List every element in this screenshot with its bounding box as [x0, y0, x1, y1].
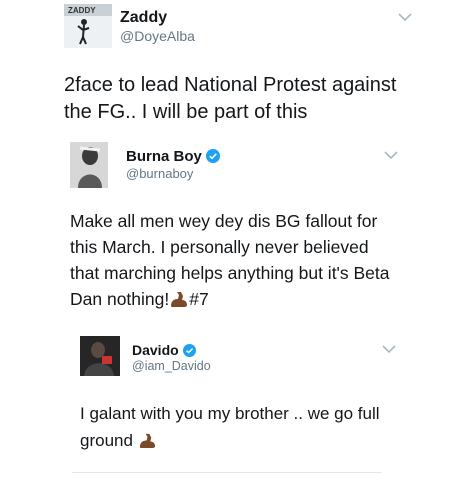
tweet-text-main: Make all men wey dey dis BG fallout for … [70, 211, 390, 309]
author-handle[interactable]: @DoyeAlba [120, 28, 195, 44]
author-name[interactable]: Davido [132, 342, 196, 358]
chevron-down-icon[interactable] [382, 344, 396, 354]
author-name-text[interactable]: Davido [132, 342, 179, 358]
profile-photo-icon [80, 336, 120, 376]
profile-photo-icon: ZADDY [64, 4, 112, 48]
flexed-biceps-icon [139, 433, 155, 449]
author-handle[interactable]: @burnaboy [126, 166, 193, 181]
tweet-zaddy: ZADDY Zaddy @DoyeAlba 2face to lead Nati… [0, 0, 454, 140]
tweet-text: 2face to lead National Protest against t… [64, 74, 397, 123]
author-name[interactable]: Zaddy [120, 9, 167, 27]
avatar-burnaboy[interactable] [70, 142, 108, 188]
chevron-down-icon[interactable] [384, 150, 398, 160]
tweet-davido: Davido @iam_Davido I galant with you my … [64, 330, 404, 480]
chevron-down-icon[interactable] [398, 12, 412, 22]
tweet-text: Make all men wey dey dis BG fallout for … [70, 208, 400, 312]
tweet-text-tail: #7 [189, 289, 209, 309]
author-handle[interactable]: @iam_Davido [132, 359, 211, 373]
svg-text:ZADDY: ZADDY [68, 6, 96, 15]
author-name[interactable]: Burna Boy [126, 148, 220, 165]
verified-badge-icon [205, 149, 220, 163]
flexed-biceps-icon [171, 292, 188, 307]
tweet-text-main: I galant with you my brother .. we go fu… [80, 404, 380, 450]
avatar-zaddy[interactable]: ZADDY [64, 4, 112, 48]
verified-badge-icon [182, 344, 196, 357]
tweet-burnaboy: Burna Boy @burnaboy Make all men wey dey… [48, 136, 418, 336]
profile-photo-icon [70, 142, 108, 188]
author-name-text[interactable]: Burna Boy [126, 148, 202, 165]
bottom-divider [72, 472, 382, 473]
avatar-davido[interactable] [80, 336, 120, 376]
tweet-text: I galant with you my brother .. we go fu… [80, 400, 395, 454]
